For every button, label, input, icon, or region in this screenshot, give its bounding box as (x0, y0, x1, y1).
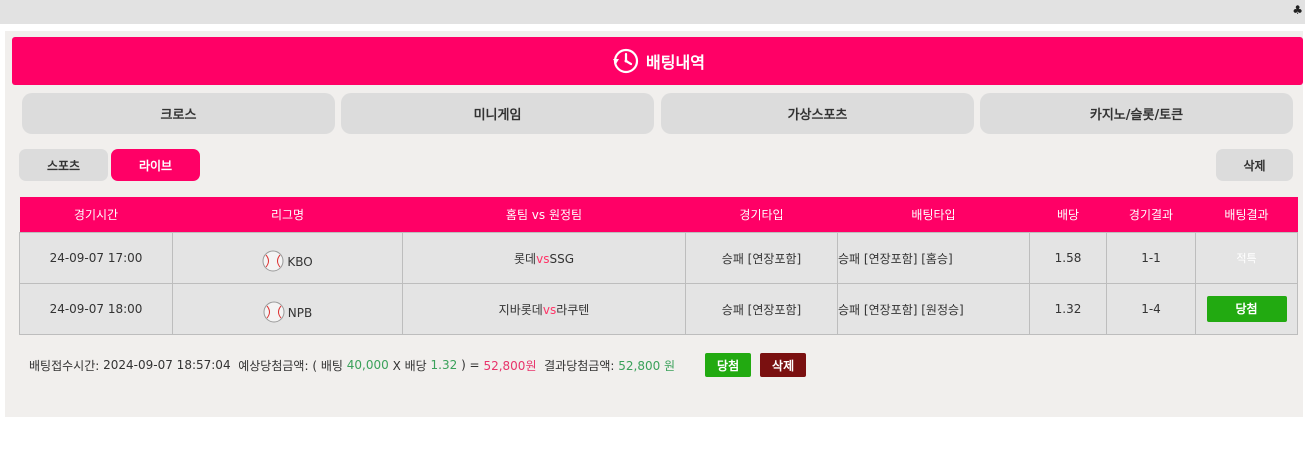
odds: 1.32 (1029, 283, 1107, 335)
header-game-result: 경기결과 (1106, 197, 1196, 233)
league-name: NPB (287, 306, 313, 320)
bet-result-void: 적특 (1236, 252, 1257, 265)
header-bet-type: 배팅타입 (837, 197, 1030, 233)
top-bar: ♣ (0, 0, 1305, 24)
close-eq: ) = (461, 358, 480, 372)
teams-cell: 롯데vsSSG (402, 232, 686, 284)
table-row: 24-09-07 18:00 NPB 지바롯데vs라쿠텐 승패 [연장포함] 승… (19, 283, 1298, 335)
table-row: 24-09-07 17:00 KBO 롯데vsSSG 승패 [연장포함] 승패 … (19, 232, 1298, 284)
win-button[interactable]: 당첨 (705, 353, 752, 377)
bet-amount: 40,000 (346, 358, 389, 372)
bet-result-win-badge: 당첨 (1206, 296, 1287, 322)
tab-minigame[interactable]: 미니게임 (341, 93, 654, 134)
header-league: 리그명 (172, 197, 403, 233)
game-time: 24-09-07 18:00 (19, 283, 173, 335)
header-game-time: 경기시간 (19, 197, 173, 233)
header-bet-result: 배팅결과 (1195, 197, 1298, 233)
game-score: 1-1 (1106, 232, 1196, 284)
odds: 1.58 (1029, 232, 1107, 284)
league-name: KBO (287, 255, 313, 269)
league-cell: NPB (172, 283, 403, 335)
game-type: 승패 [연장포함] (685, 283, 838, 335)
game-time: 24-09-07 17:00 (19, 232, 173, 284)
away-team: SSG (549, 251, 574, 266)
bet-result-cell: 당첨 (1195, 283, 1298, 335)
clock-history-icon (610, 46, 640, 76)
subtab-sports[interactable]: 스포츠 (19, 149, 108, 181)
table-header-row: 경기시간 리그명 홈팀 vs 원정팀 경기타입 배팅타입 배당 경기결과 배팅결… (19, 197, 1298, 233)
bet-type: 승패 [연장포함] [원정승] (837, 283, 1030, 335)
teams-cell: 지바롯데vs라쿠텐 (402, 283, 686, 335)
baseball-icon (262, 250, 284, 275)
home-team: 롯데 (514, 251, 537, 266)
delete-button[interactable]: 삭제 (760, 353, 807, 377)
league-cell: KBO (172, 232, 403, 284)
bet-summary: 배팅접수시간: 2024-09-07 18:57:04 예상당첨금액: ( 배팅… (29, 353, 807, 377)
panel-header: 배팅내역 (12, 37, 1303, 85)
vs-label: vs (542, 302, 557, 317)
bet-result-cell: 적특 (1195, 232, 1298, 284)
vs-label: vs (536, 251, 550, 266)
tab-cross[interactable]: 크로스 (22, 93, 335, 134)
betting-history-panel: 배팅내역 크로스 미니게임 가상스포츠 카지노/슬롯/토큰 스포츠 라이브 삭제… (5, 31, 1303, 417)
bet-type: 승패 [연장포함] [홈승] (837, 232, 1030, 284)
header-game-type: 경기타입 (685, 197, 838, 233)
game-type: 승패 [연장포함] (685, 232, 838, 284)
tab-virtual-sports[interactable]: 가상스포츠 (661, 93, 974, 134)
bet-time-value: 2024-09-07 18:57:04 (103, 358, 231, 372)
header-teams: 홈팀 vs 원정팀 (402, 197, 686, 233)
header-odds: 배당 (1029, 197, 1107, 233)
x-odds-label: X 배당 (392, 358, 427, 373)
home-team: 지바롯데 (498, 302, 543, 317)
expected-label: 예상당첨금액: ( 배팅 (238, 358, 343, 373)
away-team: 라쿠텐 (556, 302, 590, 317)
tab-casino-slot-token[interactable]: 카지노/슬롯/토큰 (980, 93, 1293, 134)
page-title: 배팅내역 (646, 53, 705, 72)
summary-odds: 1.32 (430, 358, 458, 372)
bet-time-label: 배팅접수시간: (29, 358, 100, 373)
baseball-icon (263, 301, 285, 326)
expected-value: 52,800원 (483, 358, 537, 373)
result-value: 52,800 원 (618, 358, 676, 373)
subtab-live[interactable]: 라이브 (111, 149, 200, 181)
result-label: 결과당첨금액: (544, 358, 615, 373)
club-icon: ♣ (1292, 3, 1303, 17)
game-score: 1-4 (1106, 283, 1196, 335)
delete-all-button[interactable]: 삭제 (1216, 149, 1293, 181)
bet-table: 경기시간 리그명 홈팀 vs 원정팀 경기타입 배팅타입 배당 경기결과 배팅결… (19, 197, 1298, 335)
